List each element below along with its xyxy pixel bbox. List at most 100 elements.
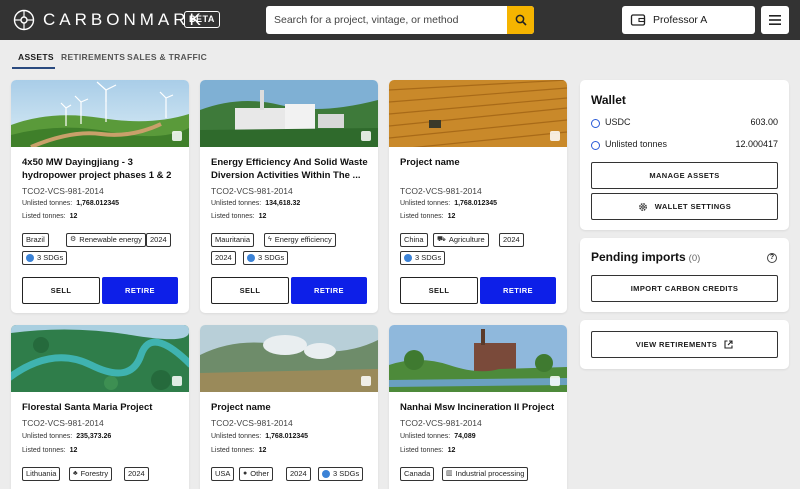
retire-button[interactable]: RETIRE [480, 277, 556, 304]
unlisted-tonnes: Unlisted tonnes: 134,618.32 [211, 200, 301, 207]
drop-icon: ● [243, 470, 248, 477]
active-tab-underline [12, 67, 55, 69]
vintage-tag: 2024 [499, 233, 524, 247]
image-icon [550, 131, 560, 141]
sell-button[interactable]: SELL [211, 277, 289, 304]
unlisted-tonnes: Unlisted tonnes: 235,373.26 [22, 433, 112, 440]
unlisted-tonnes: Unlisted tonnes: 1,768.012345 [400, 200, 498, 207]
tab-sales-traffic[interactable]: SALES & TRAFFIC [127, 52, 207, 62]
tab-assets[interactable]: ASSETS [18, 52, 54, 62]
project-id: TCO2-VCS-981-2014 [211, 418, 293, 428]
lightning-icon: ϟ [268, 236, 272, 243]
wallet-settings-button[interactable]: WALLET SETTINGS [591, 193, 778, 220]
category-tag: ▥ Industrial processing [442, 467, 529, 481]
logo-text[interactable]: CARBONMARK [43, 10, 205, 30]
project-id: TCO2-VCS-981-2014 [22, 418, 104, 428]
category-tag: ϟ Energy efficiency [264, 233, 336, 247]
menu-button[interactable] [761, 6, 789, 34]
project-title[interactable]: Nanhai Msw Incineration II Project [400, 402, 560, 415]
sdg-icon [322, 470, 330, 478]
search-box [266, 6, 534, 34]
user-name: Professor A [653, 14, 708, 26]
image-icon [361, 131, 371, 141]
hamburger-menu-icon [769, 15, 781, 25]
manage-assets-button[interactable]: MANAGE ASSETS [591, 162, 778, 189]
project-id: TCO2-VCS-981-2014 [400, 418, 482, 428]
view-retirements-button[interactable]: VIEW RETIREMENTS [591, 331, 778, 358]
import-carbon-credits-button[interactable]: IMPORT CARBON CREDITS [591, 275, 778, 302]
project-image [200, 325, 378, 392]
sdg-tag: 3 SDGs [400, 251, 446, 265]
category-tag: ♣ Forestry [69, 467, 113, 481]
country-tag: USA [211, 467, 235, 481]
sdg-tag: 3 SDGs [22, 251, 68, 265]
asset-card[interactable]: 4x50 MW Dayingjiang - 3 hydropower proje… [11, 80, 189, 313]
project-id: TCO2-VCS-981-2014 [22, 186, 104, 196]
sdg-icon [26, 254, 34, 262]
retire-button[interactable]: RETIRE [102, 277, 178, 304]
search-button[interactable] [507, 6, 534, 34]
project-id: TCO2-VCS-981-2014 [211, 186, 293, 196]
asset-card[interactable]: Nanhai Msw Incineration II Project TCO2-… [389, 325, 567, 489]
listed-tonnes: Listed tonnes: 12 [211, 447, 267, 454]
listed-tonnes: Listed tonnes: 12 [211, 213, 267, 220]
unlisted-tonnes: Unlisted tonnes: 74,089 [400, 433, 476, 440]
project-title[interactable]: Energy Efficiency And Solid Waste Divers… [211, 157, 371, 182]
retirements-panel: VIEW RETIREMENTS [580, 320, 789, 369]
tonnes-icon [591, 141, 600, 150]
asset-card[interactable]: Energy Efficiency And Solid Waste Divers… [200, 80, 378, 313]
asset-card[interactable]: Project name TCO2-VCS-981-2014 Unlisted … [200, 325, 378, 489]
sdg-icon [247, 254, 255, 262]
vintage-tag: 2024 [146, 233, 171, 247]
tree-icon: ♣ [73, 470, 78, 477]
unlisted-tonnes: Unlisted tonnes: 1,768.012345 [22, 200, 120, 207]
retire-button[interactable]: RETIRE [291, 277, 367, 304]
usdc-balance: USDC 603.00 [591, 117, 778, 131]
sell-button[interactable]: SELL [400, 277, 478, 304]
project-title[interactable]: 4x50 MW Dayingjiang - 3 hydropower proje… [22, 157, 182, 182]
tractor-icon: ⛟ [437, 236, 446, 243]
country-tag: Lithuania [22, 467, 61, 481]
project-title[interactable]: Project name [211, 402, 371, 415]
help-icon[interactable]: ? [767, 253, 777, 263]
project-image [389, 80, 567, 147]
factory-icon: ▥ [446, 470, 453, 477]
project-image [389, 325, 567, 392]
tab-retirements[interactable]: RETIREMENTS [61, 52, 125, 62]
carbonmark-logo-icon[interactable] [13, 9, 35, 31]
wallet-user-icon [630, 14, 646, 26]
listed-tonnes: Listed tonnes: 12 [400, 213, 456, 220]
asset-card[interactable]: Project name TCO2-VCS-981-2014 Unlisted … [389, 80, 567, 313]
category-tag: ⚙ Renewable energy [66, 233, 146, 247]
unlisted-tonnes: Unlisted tonnes: 1,768.012345 [211, 433, 309, 440]
usdc-icon [591, 119, 600, 128]
pending-imports-title: Pending imports (0) [591, 250, 701, 264]
beta-badge: BETA [184, 11, 220, 28]
pending-imports-panel: Pending imports (0) ? IMPORT CARBON CREDI… [580, 238, 789, 312]
external-link-icon [724, 340, 733, 349]
listed-tonnes: Listed tonnes: 12 [22, 447, 78, 454]
vintage-tag: 2024 [286, 467, 311, 481]
unlisted-tonnes-balance: Unlisted tonnes 12.000417 [591, 139, 778, 153]
category-tag: ⛟ Agriculture [433, 233, 489, 247]
search-input[interactable] [266, 6, 506, 34]
image-icon [550, 376, 560, 386]
image-icon [172, 131, 182, 141]
category-tag: ● Other [239, 467, 273, 481]
country-tag: Mauritania [211, 233, 255, 247]
sell-button[interactable]: SELL [22, 277, 100, 304]
wallet-title: Wallet [591, 93, 626, 107]
project-title[interactable]: Project name [400, 157, 560, 170]
image-icon [361, 376, 371, 386]
gear-icon [638, 202, 647, 211]
image-icon [172, 376, 182, 386]
asset-card[interactable]: Florestal Santa Maria Project TCO2-VCS-9… [11, 325, 189, 489]
user-account-button[interactable]: Professor A [622, 6, 755, 34]
country-tag: Brazil [22, 233, 49, 247]
wallet-panel: Wallet USDC 603.00 Unlisted tonnes 12.00… [580, 80, 789, 230]
project-title[interactable]: Florestal Santa Maria Project [22, 402, 182, 415]
project-image [11, 80, 189, 147]
country-tag: China [400, 233, 428, 247]
vintage-tag: 2024 [211, 251, 236, 265]
renewable-energy-icon: ⚙ [70, 236, 77, 243]
